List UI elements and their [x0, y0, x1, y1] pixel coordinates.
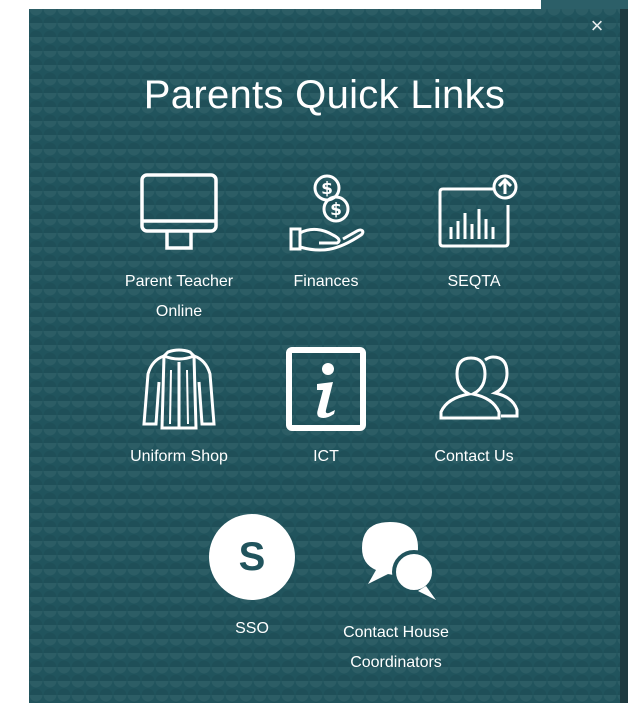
link-sso[interactable]: S SSO: [177, 514, 327, 644]
link-label: Parent Teacher Online: [124, 273, 234, 320]
svg-text:$: $: [330, 200, 342, 220]
svg-text:$: $: [321, 179, 333, 199]
link-finances[interactable]: $ $ Finances: [251, 169, 401, 297]
link-uniform-shop[interactable]: Uniform Shop: [104, 344, 254, 472]
modal-title: Parents Quick Links: [143, 73, 506, 117]
link-label: Contact House Coordinators: [343, 624, 449, 671]
link-label: Uniform Shop: [130, 448, 228, 465]
s-circle-icon: S: [209, 514, 295, 600]
quick-links-modal: × Parents Quick Links Parent Teacher Onl…: [29, 9, 620, 703]
link-label: Finances: [293, 273, 359, 290]
link-ict[interactable]: ICT: [251, 344, 401, 472]
page-background-right: [620, 9, 628, 703]
money-hand-icon: $ $: [289, 174, 365, 252]
page-background-top: [541, 0, 628, 9]
monitor-icon: [140, 173, 218, 250]
info-icon: [286, 347, 366, 431]
jacket-icon: [142, 348, 216, 430]
link-label: ICT: [313, 448, 339, 465]
link-contact-house-coordinators[interactable]: Contact House Coordinators: [321, 514, 471, 678]
users-icon: [439, 355, 519, 420]
link-label: SEQTA: [447, 273, 501, 290]
page-background-left: [0, 0, 29, 703]
link-contact-us[interactable]: Contact Us: [399, 344, 549, 472]
link-parent-teacher-online[interactable]: Parent Teacher Online: [104, 169, 254, 327]
link-seqta[interactable]: SEQTA: [399, 169, 549, 297]
link-label: Contact Us: [434, 448, 514, 465]
chart-screen-icon: [438, 174, 518, 248]
chat-bubbles-icon: [362, 522, 436, 600]
close-button[interactable]: ×: [586, 15, 608, 37]
link-label: SSO: [235, 620, 269, 637]
